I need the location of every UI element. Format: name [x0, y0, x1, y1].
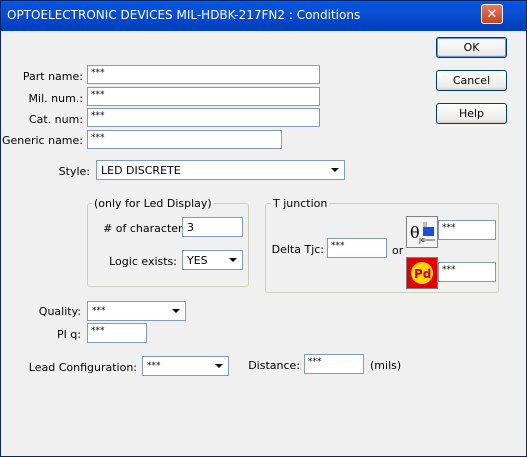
quality-select[interactable]: ***	[87, 301, 186, 321]
theta-jc-button[interactable]: θ jc	[406, 216, 438, 248]
led-display-group-label: (only for Led Display)	[92, 197, 214, 210]
help-button[interactable]: Help	[436, 103, 507, 124]
style-select-value: LED DISCRETE	[101, 164, 181, 177]
generic-name-field[interactable]: ***	[87, 130, 282, 149]
part-name-field[interactable]: ***	[87, 65, 320, 84]
dialog-window: OPTOELECTRONIC DEVICES MIL-HDBK-217FN2 :…	[0, 0, 527, 457]
quality-label: Quality:	[38, 305, 81, 318]
pd-icon: Pd	[407, 258, 437, 288]
characters-label: # of characters:	[103, 222, 192, 235]
close-icon: ✕	[486, 7, 498, 22]
chevron-down-icon[interactable]	[226, 253, 240, 267]
lead-configuration-label: Lead Configuration:	[28, 361, 137, 374]
ok-button[interactable]: OK	[436, 37, 507, 58]
close-button[interactable]: ✕	[481, 4, 503, 24]
pd-field[interactable]: ***	[438, 262, 496, 282]
led-display-group	[87, 203, 249, 287]
characters-field[interactable]: 3	[182, 217, 243, 237]
distance-units-label: (mils)	[370, 359, 402, 372]
quality-select-value: ***	[92, 306, 106, 316]
distance-label: Distance:	[248, 359, 300, 372]
generic-name-label: Generic name:	[1, 134, 83, 147]
pd-button[interactable]: Pd	[406, 257, 438, 289]
chevron-down-icon[interactable]	[212, 359, 226, 373]
mil-num-label: Mil. num.:	[28, 92, 83, 105]
lead-configuration-select[interactable]: ***	[142, 356, 229, 376]
dialog-body: OK Cancel Help Part name: *** Mil. num.:…	[1, 31, 526, 456]
t-junction-group-label: T junction	[271, 197, 330, 210]
logic-exists-select[interactable]: YES	[182, 250, 243, 270]
title-bar[interactable]: OPTOELECTRONIC DEVICES MIL-HDBK-217FN2 :…	[1, 1, 526, 31]
or-label: or	[392, 244, 404, 257]
theta-jc-field[interactable]: ***	[438, 220, 496, 240]
cancel-button[interactable]: Cancel	[436, 70, 507, 91]
chevron-down-icon[interactable]	[328, 163, 342, 177]
style-select[interactable]: LED DISCRETE	[96, 160, 345, 180]
theta-jc-icon: θ jc	[407, 217, 437, 247]
lead-configuration-value: ***	[147, 361, 161, 371]
distance-field[interactable]: ***	[304, 354, 364, 374]
cat-num-label: Cat. num:	[28, 113, 83, 126]
piq-label: PI q:	[56, 328, 81, 341]
logic-exists-value: YES	[187, 254, 208, 267]
logic-exists-label: Logic exists:	[109, 255, 177, 268]
chevron-down-icon[interactable]	[169, 304, 183, 318]
part-name-label: Part name:	[22, 70, 83, 83]
svg-text:Pd: Pd	[414, 267, 431, 281]
delta-tjc-field[interactable]: ***	[327, 238, 387, 258]
cat-num-field[interactable]: ***	[87, 108, 320, 127]
style-label: Style:	[58, 165, 90, 178]
piq-field[interactable]: ***	[87, 323, 147, 343]
mil-num-field[interactable]: ***	[87, 87, 320, 106]
delta-tjc-label: Delta Tjc:	[271, 243, 324, 256]
window-title: OPTOELECTRONIC DEVICES MIL-HDBK-217FN2 :…	[7, 8, 361, 22]
